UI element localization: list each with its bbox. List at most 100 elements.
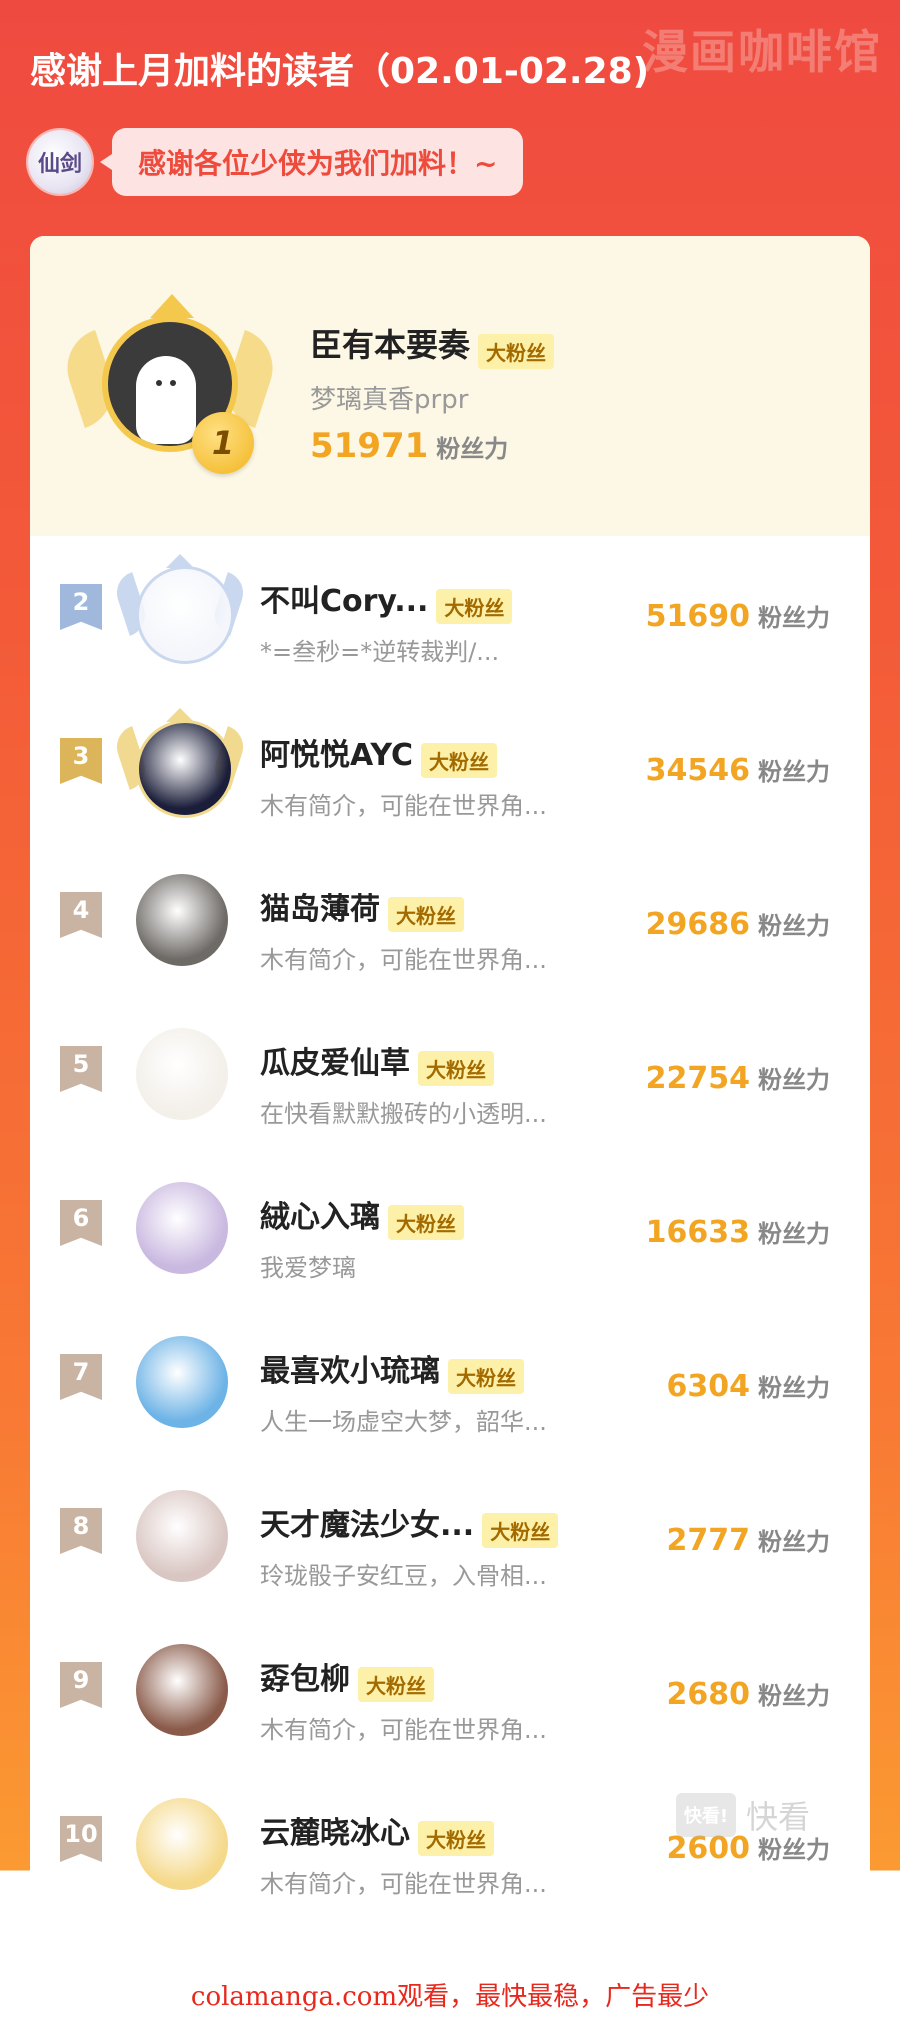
avatar-frame — [120, 1170, 240, 1280]
fan-badge: 大粉丝 — [388, 897, 464, 932]
ghost-avatar-icon — [136, 356, 196, 444]
avatar-frame — [120, 1632, 240, 1742]
ranking-card: 1 臣有本要奏 大粉丝 梦璃真香prpr 51971 粉丝力 2 不叫Cory... 大… — [30, 236, 870, 1948]
avatar[interactable] — [136, 1490, 228, 1582]
fan-power-value: 6304 — [666, 1369, 751, 1404]
rank-row[interactable]: 3 阿悦悦AYC 大粉丝木有简介，可能在世界角... 34546 粉丝力 — [30, 690, 870, 844]
xianjian-logo: 仙剑 — [28, 130, 92, 194]
fan-power-value: 51971 — [310, 426, 429, 466]
user-desc: 木有简介，可能在世界角... — [260, 946, 547, 974]
rank-ribbon: 2 — [60, 584, 102, 630]
rank-medal: 1 — [192, 412, 254, 474]
avatar[interactable] — [136, 1336, 228, 1428]
page-title: 感谢上月加料的读者（02.01-02.28) — [30, 51, 650, 92]
rank-ribbon: 3 — [60, 738, 102, 784]
rank-ribbon: 10 — [60, 1816, 102, 1862]
user-desc: 木有简介，可能在世界角... — [260, 792, 547, 820]
fan-badge: 大粉丝 — [482, 1513, 559, 1548]
fan-power-unit: 粉丝力 — [758, 1066, 830, 1094]
user-name[interactable]: 云麓晓冰心 — [260, 1816, 410, 1851]
rank-row[interactable]: 5 瓜皮爱仙草 大粉丝在快看默默搬砖的小透明... 22754 粉丝力 — [30, 998, 870, 1152]
fan-power-unit: 粉丝力 — [758, 912, 830, 940]
avatar[interactable] — [136, 566, 234, 664]
avatar[interactable] — [136, 1182, 228, 1274]
rank-ribbon: 8 — [60, 1508, 102, 1554]
thanks-header: 仙剑 感谢各位少侠为我们加料！~ — [28, 128, 524, 196]
user-name[interactable]: 阿悦悦AYC — [260, 738, 413, 773]
avatar-frame — [111, 708, 249, 818]
rank-ribbon: 4 — [60, 892, 102, 938]
fan-power-value: 2777 — [666, 1523, 751, 1558]
rank-row[interactable]: 2 不叫Cory... 大粉丝 *=叁秒=*逆转裁判/... 51690 粉丝力 — [30, 536, 870, 690]
fan-badge: 大粉丝 — [436, 589, 513, 624]
fan-power-unit: 粉丝力 — [758, 758, 830, 786]
fan-badge: 大粉丝 — [448, 1359, 524, 1394]
avatar-frame — [120, 862, 240, 972]
fan-power-unit: 粉丝力 — [758, 1528, 830, 1556]
user-name[interactable]: 臣有本要奏 — [310, 326, 470, 364]
rank-row[interactable]: 9 孬包柳 大粉丝木有简介，可能在世界角... 2680 粉丝力 — [30, 1614, 870, 1768]
fan-badge: 大粉丝 — [478, 334, 555, 369]
rank-ribbon: 7 — [60, 1354, 102, 1400]
rank-row[interactable]: 8 天才魔法少女... 大粉丝玲珑骰子安红豆，入骨相... 2777 粉丝力 — [30, 1460, 870, 1614]
avatar[interactable] — [136, 874, 228, 966]
fan-power-unit: 粉丝力 — [758, 1682, 830, 1710]
fan-power-value: 51690 — [645, 599, 750, 634]
fan-badge: 大粉丝 — [418, 1821, 494, 1856]
user-name[interactable]: 天才魔法少女... — [260, 1508, 474, 1543]
kuaikan-logo-text: 快看 — [745, 1798, 810, 1836]
avatar-frame — [120, 1324, 240, 1434]
user-desc: 木有简介，可能在世界角... — [260, 1870, 547, 1898]
user-desc: 梦璃真香prpr — [310, 385, 469, 415]
crown-icon — [150, 294, 194, 318]
top1-avatar-frame: 1 — [57, 294, 283, 484]
avatar[interactable] — [136, 720, 234, 818]
fan-power-unit: 粉丝力 — [436, 435, 509, 463]
avatar-frame — [120, 1786, 240, 1896]
avatar[interactable] — [136, 1798, 228, 1890]
user-desc: 玲珑骰子安红豆，入骨相... — [260, 1562, 547, 1590]
user-desc: 在快看默默搬砖的小透明... — [260, 1100, 547, 1128]
fan-power-value: 34546 — [645, 753, 750, 788]
user-name[interactable]: 最喜欢小琉璃 — [260, 1354, 440, 1389]
fan-power-value: 29686 — [645, 907, 750, 942]
user-name[interactable]: 瓜皮爱仙草 — [260, 1046, 410, 1081]
user-name[interactable]: 不叫Cory... — [260, 584, 428, 619]
rank-ribbon: 6 — [60, 1200, 102, 1246]
avatar-frame — [120, 1016, 240, 1126]
avatar-frame — [120, 1478, 240, 1588]
rank-row[interactable]: 6 絨心入璃 大粉丝我爱梦璃 16633 粉丝力 — [30, 1152, 870, 1306]
avatar[interactable] — [136, 1028, 228, 1120]
fan-badge: 大粉丝 — [388, 1205, 464, 1240]
fan-badge: 大粉丝 — [421, 743, 498, 778]
user-name[interactable]: 孬包柳 — [260, 1662, 350, 1697]
rank-ribbon: 5 — [60, 1046, 102, 1092]
fan-badge: 大粉丝 — [358, 1667, 434, 1702]
footer-ad: colamanga.com观看，最快最稳，广告最少 — [190, 1982, 710, 2012]
fan-power-unit: 粉丝力 — [758, 604, 830, 632]
ranking-list: 2 不叫Cory... 大粉丝 *=叁秒=*逆转裁判/... 51690 粉丝力 3 阿悦悦A… — [30, 536, 870, 1922]
site-watermark: 漫画咖啡馆 — [642, 25, 882, 79]
logo-text: 仙剑 — [37, 151, 82, 177]
thanks-bubble: 感谢各位少侠为我们加料！~ — [99, 128, 524, 196]
fan-badge: 大粉丝 — [418, 1051, 494, 1086]
avatar[interactable] — [136, 1644, 228, 1736]
fan-power-unit: 粉丝力 — [758, 1374, 830, 1402]
fan-power-value: 22754 — [645, 1061, 750, 1096]
user-desc: 我爱梦璃 — [260, 1254, 356, 1282]
user-desc: 木有简介，可能在世界角... — [260, 1716, 547, 1744]
kuaikan-logo: 快看! 快看 — [675, 1792, 810, 1838]
top1-entry[interactable]: 1 臣有本要奏 大粉丝 梦璃真香prpr 51971 粉丝力 — [30, 236, 870, 536]
rank-row[interactable]: 4 猫岛薄荷 大粉丝木有简介，可能在世界角... 29686 粉丝力 — [30, 844, 870, 998]
avatar-frame — [111, 554, 249, 664]
kuaikan-logo-box: 快看! — [675, 1793, 736, 1837]
user-name[interactable]: 猫岛薄荷 — [260, 892, 380, 927]
fan-power-value: 2680 — [666, 1677, 751, 1712]
fan-power-value: 16633 — [645, 1215, 750, 1250]
user-name[interactable]: 絨心入璃 — [260, 1200, 380, 1235]
rank-ribbon: 9 — [60, 1662, 102, 1708]
user-desc: *=叁秒=*逆转裁判/... — [260, 638, 500, 666]
user-desc: 人生一场虚空大梦，韶华... — [260, 1408, 547, 1436]
rank-row[interactable]: 7 最喜欢小琉璃 大粉丝人生一场虚空大梦，韶华... 6304 粉丝力 — [30, 1306, 870, 1460]
fan-power-unit: 粉丝力 — [758, 1220, 830, 1248]
